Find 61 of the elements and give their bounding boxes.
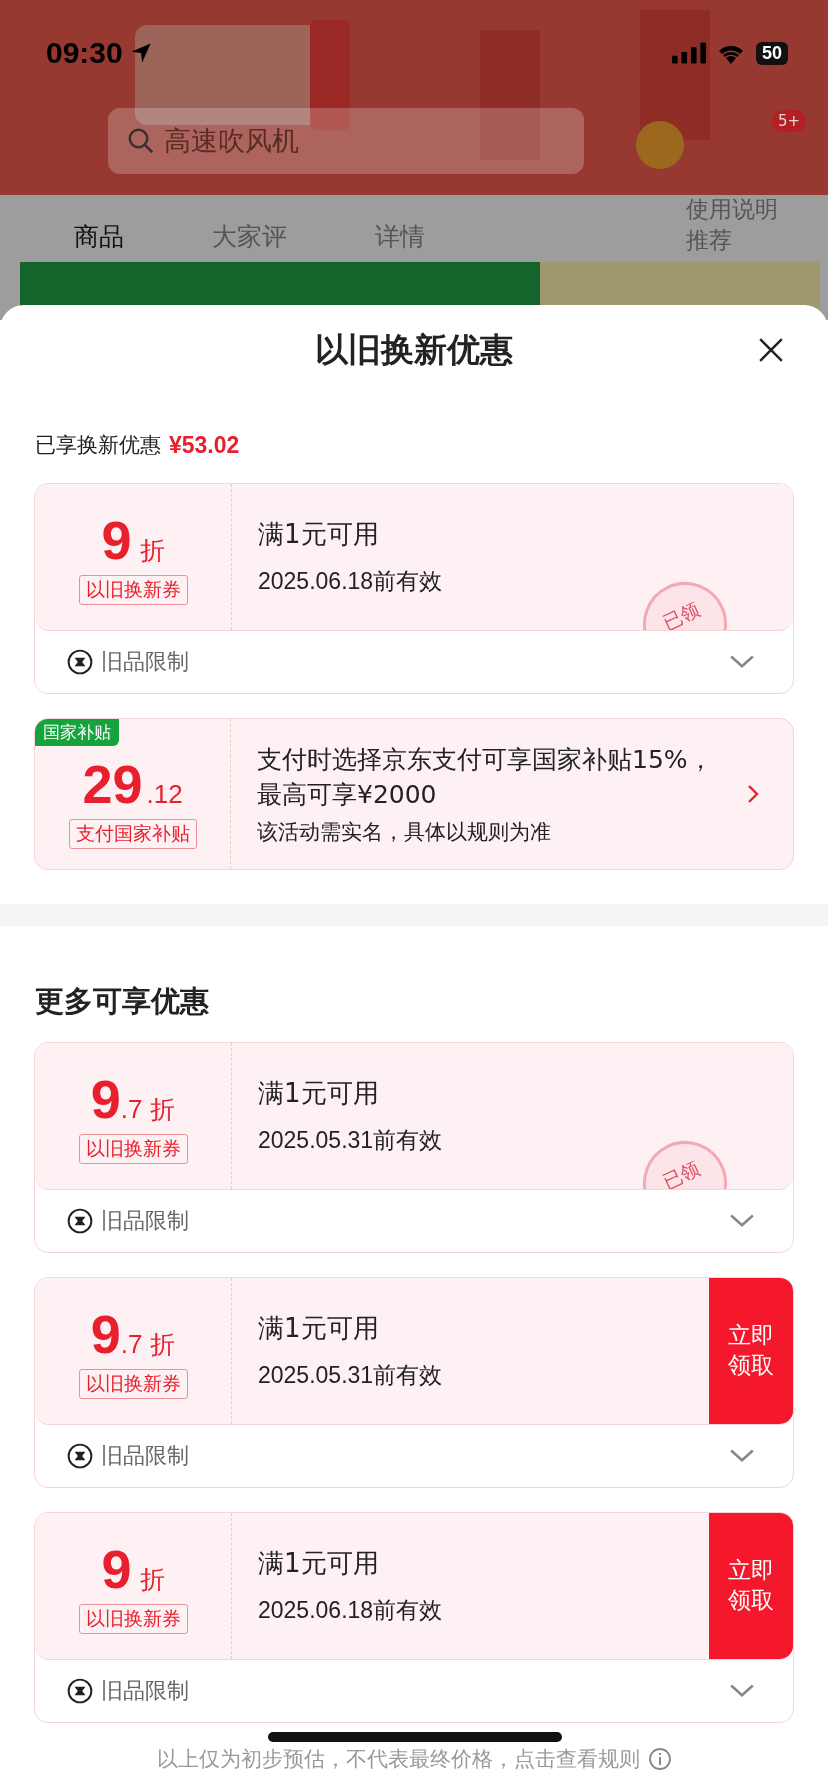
search-field[interactable]: 高速吹风机: [108, 108, 584, 174]
coupon-tag: 以旧换新券: [78, 575, 188, 605]
coupon-condition: 满1元可用: [258, 518, 380, 551]
guide-label[interactable]: 使用说明: [686, 194, 778, 225]
signal-icon: [671, 42, 706, 64]
restriction-label: 旧品限制: [101, 1442, 189, 1470]
page-tab[interactable]: 大家评: [212, 220, 287, 253]
claim-button[interactable]: 立即领取: [709, 1513, 793, 1659]
restriction-label: 旧品限制: [101, 1677, 189, 1705]
coupon-tag: 以旧换新券: [78, 1604, 188, 1634]
info-icon[interactable]: [647, 1747, 672, 1771]
discount-value: 9: [90, 1068, 121, 1130]
chevron-down-icon[interactable]: [729, 1448, 755, 1464]
coupon-condition: 满1元可用: [258, 1312, 380, 1345]
restriction-icon: [67, 649, 93, 675]
coupon-validity: 2025.05.31前有效: [258, 1361, 444, 1390]
restriction-icon: [67, 1443, 93, 1469]
subsidy-description: 支付时选择京东支付可享国家补贴15%，最高可享¥2000: [257, 744, 714, 811]
chevron-down-icon[interactable]: [729, 1213, 755, 1229]
close-icon[interactable]: [758, 337, 784, 363]
restriction-icon: [67, 1678, 93, 1704]
coupon-validity: 2025.06.18前有效: [258, 1596, 444, 1625]
restriction-label: 旧品限制: [101, 648, 189, 676]
discount-unit: 折: [150, 1094, 176, 1126]
coupon-validity: 2025.05.31前有效: [258, 1126, 444, 1155]
subsidy-note: 该活动需实名，具体以规则为准: [257, 819, 552, 846]
chevron-right-icon: [747, 784, 759, 804]
subsidy-tag: 支付国家补贴: [68, 819, 197, 849]
chevron-down-icon[interactable]: [729, 654, 755, 670]
coupon-condition: 满1元可用: [258, 1077, 380, 1110]
chevron-down-icon[interactable]: [729, 1683, 755, 1699]
subsidy-card[interactable]: 国家补贴 29.12 支付国家补贴 支付时选择京东支付可享国家补贴15%，最高可享¥2000 该活动需实名，具体以规则为准: [34, 718, 794, 870]
cart-badge: 5+: [772, 110, 807, 132]
restriction-icon: [67, 1208, 93, 1234]
page-tab[interactable]: 商品: [74, 220, 124, 253]
search-icon: [126, 126, 156, 156]
section-title: 更多可享优惠: [34, 983, 210, 1020]
coupon-tag: 以旧换新券: [78, 1369, 188, 1399]
subsidy-amount: 29: [82, 753, 143, 815]
enjoyed-label: 已享换新优惠: [35, 432, 161, 459]
subsidy-badge: 国家补贴: [35, 719, 119, 746]
discount-decimal: .7: [120, 1094, 143, 1125]
subsidy-decimal: .12: [146, 779, 183, 810]
claim-button[interactable]: 立即领取: [709, 1278, 793, 1424]
footer-note[interactable]: 以上仅为初步预估，不代表最终价格，点击查看规则: [156, 1745, 640, 1773]
discount-value: 9: [101, 509, 132, 571]
sheet-title: 以旧换新优惠: [315, 328, 513, 371]
recommend-label[interactable]: 推荐: [686, 225, 732, 256]
coupon-validity: 2025.06.18前有效: [258, 567, 444, 596]
coupon-tag: 以旧换新券: [78, 1134, 188, 1164]
status-time: 09:30: [46, 36, 123, 70]
discount-value: 9: [101, 1538, 132, 1600]
discount-decimal: .7: [120, 1329, 143, 1360]
discount-unit: 折: [150, 1329, 176, 1361]
coupon-condition: 满1元可用: [258, 1547, 380, 1580]
discount-value: 9: [90, 1303, 121, 1365]
page-tab[interactable]: 详情: [375, 220, 425, 253]
enjoyed-amount: ¥53.02: [169, 431, 240, 459]
discount-unit: 折: [139, 1564, 165, 1596]
restriction-label: 旧品限制: [101, 1207, 189, 1235]
discount-unit: 折: [139, 535, 165, 567]
